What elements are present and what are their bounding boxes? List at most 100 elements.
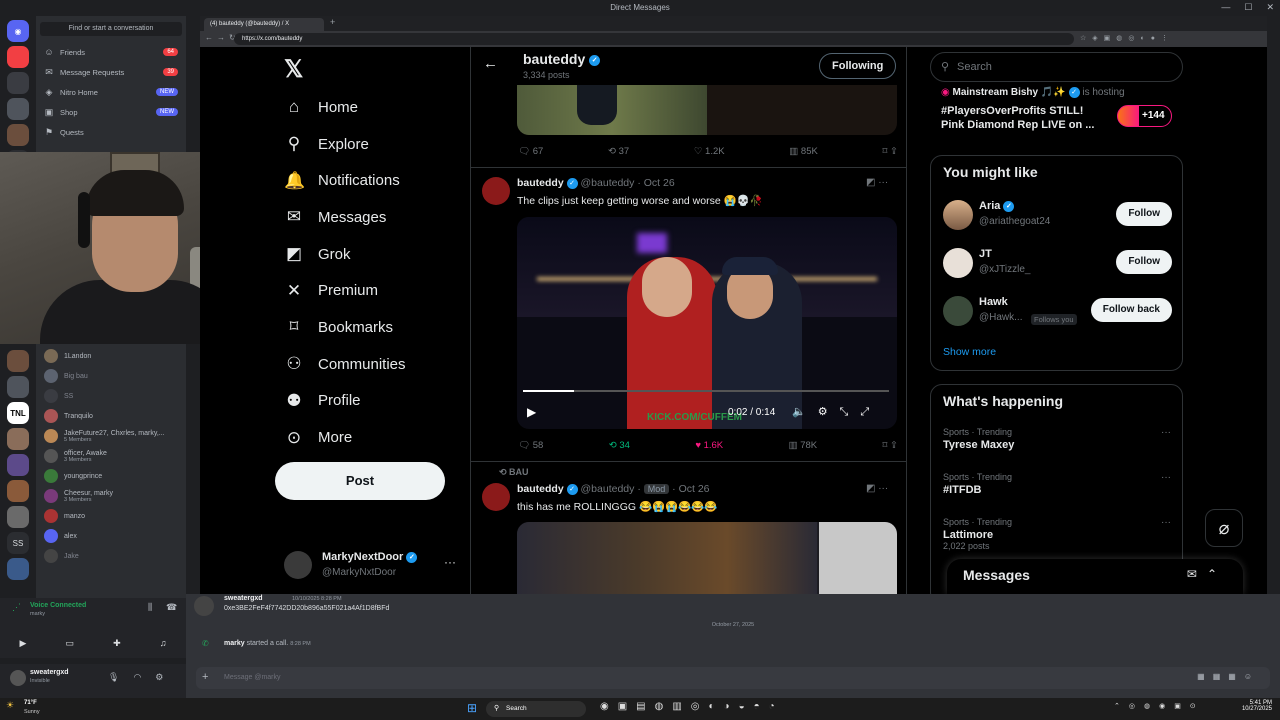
server-icon[interactable]: SS bbox=[7, 532, 29, 554]
reply-button[interactable]: 🗨 58 bbox=[518, 440, 543, 451]
messages-drawer[interactable]: Messages ✉⌃ bbox=[947, 559, 1243, 594]
avatar[interactable] bbox=[10, 670, 26, 686]
tweet-media[interactable] bbox=[517, 522, 897, 594]
like-button[interactable]: ♡ 1.2K bbox=[694, 146, 725, 157]
disconnect-icon[interactable]: ☎ bbox=[166, 602, 177, 613]
input-actions[interactable]: ▦▦▦☺ bbox=[1197, 672, 1260, 681]
nav-friends[interactable]: ☺ Friends 64 bbox=[36, 42, 186, 62]
nav-home[interactable]: ⌂ Home bbox=[284, 89, 464, 126]
avatar[interactable] bbox=[482, 483, 510, 511]
soundboard-icon[interactable]: ♫ bbox=[160, 638, 167, 649]
signal-icon[interactable]: ⋰ bbox=[12, 602, 21, 613]
repost-button[interactable]: ⟲ 37 bbox=[608, 146, 629, 157]
windows-start-icon[interactable]: ⊞ bbox=[467, 701, 477, 715]
noise-suppression-icon[interactable]: ⫼ bbox=[148, 602, 152, 613]
more-dots-icon[interactable]: ··· bbox=[1161, 517, 1171, 528]
discord-home-icon[interactable]: ◉ bbox=[7, 20, 29, 42]
new-tab-icon[interactable]: + bbox=[330, 17, 335, 27]
nav-nitro-home[interactable]: ◈ Nitro Home NEW bbox=[36, 82, 186, 102]
dm-item[interactable]: Tranquilo bbox=[36, 406, 186, 426]
post-button[interactable]: Post bbox=[275, 462, 445, 500]
dm-item[interactable]: youngprince bbox=[36, 466, 186, 486]
tweet-media[interactable] bbox=[517, 85, 897, 135]
follow-back-button[interactable]: Follow back bbox=[1090, 298, 1172, 322]
show-more-link[interactable]: Show more bbox=[943, 346, 996, 358]
avatar[interactable] bbox=[482, 177, 510, 205]
grok-icon[interactable]: ◩ ··· bbox=[866, 177, 888, 188]
headphones-icon[interactable]: ◠ bbox=[133, 672, 141, 683]
clock[interactable]: 5:41 PM 10/27/2025 bbox=[1236, 700, 1272, 712]
nav-notifications[interactable]: 🔔 Notifications bbox=[284, 162, 464, 199]
dm-item[interactable]: 1Landon bbox=[36, 346, 186, 366]
close-icon[interactable]: ✕ bbox=[1266, 2, 1274, 13]
follow-button[interactable]: Follow bbox=[1116, 202, 1172, 226]
suggestion-row[interactable]: Aria ✓ @ariathegoat24 Follow bbox=[931, 196, 1184, 242]
live-space-card[interactable]: ◉ Mainstream Bishy 🎵✨ ✓ is hosting #Play… bbox=[941, 87, 1185, 132]
views-stat[interactable]: ▥ 78K bbox=[789, 440, 818, 451]
browser-tab[interactable]: (4) bauteddy (@bauteddy) / X bbox=[204, 18, 324, 31]
tray-icons[interactable]: ⌃◎◍◉▣⊙ bbox=[1114, 702, 1205, 710]
nav-communities[interactable]: ⚇ Communities bbox=[284, 346, 464, 383]
server-icon[interactable] bbox=[7, 480, 29, 502]
more-dots-icon[interactable]: ··· bbox=[1161, 427, 1171, 438]
nav-grok[interactable]: ◩ Grok bbox=[284, 236, 464, 273]
tweet-video[interactable]: KICK.COM/CUFFEM ▶ 0:02 / 0:14 🔈⚙⤡⤢ bbox=[517, 217, 897, 429]
dm-item[interactable]: JakeFuture27, Chxrles, marky,... 5 Member… bbox=[36, 426, 186, 446]
grok-icon[interactable]: ◩ ··· bbox=[866, 483, 888, 494]
server-icon[interactable] bbox=[7, 98, 29, 120]
nav-profile[interactable]: ⚉ Profile bbox=[284, 383, 464, 420]
dm-item[interactable]: Big bau bbox=[36, 366, 186, 386]
dm-item[interactable]: officer, Awake 3 Members bbox=[36, 446, 186, 466]
dm-item[interactable]: Jake bbox=[36, 546, 186, 566]
minimize-icon[interactable]: — bbox=[1221, 2, 1230, 13]
follow-button[interactable]: Follow bbox=[1116, 250, 1172, 274]
compose-icon[interactable]: ✉⌃ bbox=[1187, 567, 1227, 581]
server-icon[interactable]: TNL bbox=[7, 402, 29, 424]
nav-explore[interactable]: ⚲ Explore bbox=[284, 126, 464, 163]
extensions-icons[interactable]: ☆◈▣◍◎◐●⋮ bbox=[1080, 34, 1174, 42]
views-stat[interactable]: ▥ 85K bbox=[789, 146, 818, 157]
server-icon[interactable] bbox=[7, 428, 29, 450]
video-controls[interactable]: 🔈⚙⤡⤢ bbox=[792, 405, 881, 419]
taskbar-apps[interactable]: ◉▣▤◍▥◎◐◑◒◓◔ bbox=[600, 701, 784, 712]
reply-button[interactable]: 🗨 67 bbox=[518, 146, 543, 157]
suggestion-row[interactable]: JT @xJTizzle_ Follow bbox=[931, 244, 1184, 290]
nav-shop[interactable]: ▣ Shop NEW bbox=[36, 102, 186, 122]
trend-item[interactable]: Sports · Trending #ITFDB ··· bbox=[943, 472, 1175, 496]
nav-messages[interactable]: ✉ Messages bbox=[284, 199, 464, 236]
account-switcher[interactable]: MarkyNextDoor ✓ @MarkyNxtDoor ··· bbox=[284, 549, 464, 581]
bookmark-button[interactable]: ⌑ ⇪ bbox=[883, 440, 898, 451]
following-button[interactable]: Following bbox=[819, 53, 897, 79]
plus-icon[interactable]: + bbox=[202, 671, 208, 683]
dm-search-input[interactable]: Find or start a conversation bbox=[40, 22, 182, 36]
url-input[interactable]: https://x.com/bauteddy bbox=[234, 33, 1074, 45]
back-arrow-icon[interactable]: ← bbox=[483, 55, 498, 72]
more-dots-icon[interactable]: ··· bbox=[444, 555, 456, 569]
x-logo-icon[interactable]: 𝕏 bbox=[284, 55, 303, 84]
dm-item[interactable]: Cheesur, marky 3 Members bbox=[36, 486, 186, 506]
activities-icon[interactable]: ✚ bbox=[113, 638, 121, 649]
dm-item[interactable]: manzo bbox=[36, 506, 186, 526]
screenshare-icon[interactable]: ▭ bbox=[66, 638, 75, 649]
grok-button[interactable]: ⌀ bbox=[1205, 509, 1243, 547]
gear-icon[interactable]: ⚙ bbox=[155, 672, 163, 683]
server-icon[interactable] bbox=[7, 558, 29, 580]
trend-item[interactable]: Sports · Trending Lattimore 2,022 posts … bbox=[943, 517, 1175, 551]
server-icon[interactable] bbox=[7, 506, 29, 528]
video-progress[interactable] bbox=[523, 390, 889, 392]
dm-item[interactable]: SS bbox=[36, 386, 186, 406]
bookmark-button[interactable]: ⌑ ⇪ bbox=[883, 146, 898, 157]
like-button[interactable]: ♥ 1.6K bbox=[695, 440, 723, 451]
nav-bookmarks[interactable]: ⌑ Bookmarks bbox=[284, 309, 464, 346]
taskbar-search[interactable]: ⚲ Search bbox=[486, 701, 586, 717]
suggestion-row[interactable]: Hawk @Hawk... Follows you Follow back bbox=[931, 292, 1184, 338]
server-icon[interactable] bbox=[7, 124, 29, 146]
more-dots-icon[interactable]: ··· bbox=[1161, 472, 1171, 483]
nav-message-requests[interactable]: ✉ Message Requests 39 bbox=[36, 62, 186, 82]
message-input[interactable]: + Message @marky ▦▦▦☺ bbox=[196, 667, 1270, 689]
nav-more[interactable]: ⊙ More bbox=[284, 419, 464, 456]
mic-icon[interactable]: 🎙 bbox=[108, 672, 119, 683]
maximize-icon[interactable]: ☐ bbox=[1244, 2, 1252, 13]
server-icon[interactable] bbox=[7, 350, 29, 372]
weather-icon[interactable]: ☀ bbox=[6, 700, 14, 711]
